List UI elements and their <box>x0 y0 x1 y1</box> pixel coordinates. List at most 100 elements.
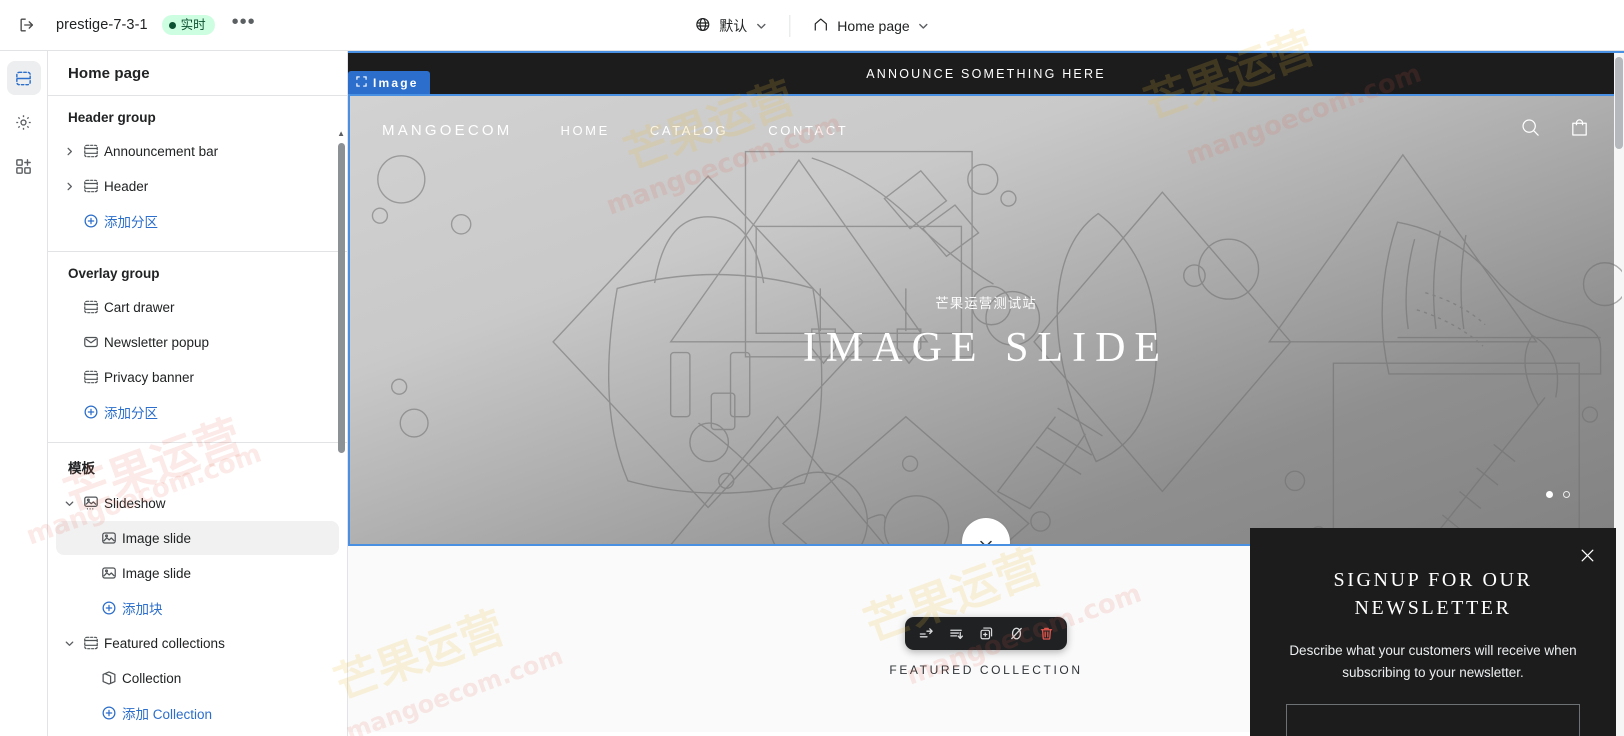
sidebar-item-label: 添加分区 <box>104 406 158 421</box>
sidebar-item-label: Image slide <box>122 530 192 546</box>
sidebar-item-image-slide[interactable]: Image slide <box>56 556 339 590</box>
close-icon[interactable] <box>1574 542 1600 568</box>
apps-icon[interactable] <box>7 149 41 183</box>
sidebar-item-cart-drawer[interactable]: Cart drawer <box>56 290 339 324</box>
hide-icon[interactable] <box>1003 621 1029 647</box>
sidebar-item-slideshow[interactable]: Slideshow <box>56 486 339 520</box>
plus-circle-icon <box>78 404 104 420</box>
delete-icon[interactable] <box>1033 621 1059 647</box>
sidebar-item-label: Image slide <box>122 565 192 581</box>
section-icon <box>78 143 104 159</box>
search-icon[interactable] <box>1520 117 1541 143</box>
selected-block-badge: Image <box>348 71 430 94</box>
slideshow-icon <box>78 495 104 511</box>
announcement-bar[interactable]: ANNOUNCE SOMETHING HERE Image <box>348 53 1624 94</box>
store-brand[interactable]: MANGOECOM <box>382 122 512 139</box>
image-icon <box>96 530 122 546</box>
storefront-header-actions <box>1520 117 1590 143</box>
storefront-header: MANGOECOM HOME CATALOG CONTACT <box>350 96 1622 164</box>
chevron-down-icon <box>978 536 994 544</box>
globe-icon <box>694 16 711 36</box>
exit-arrow-icon[interactable] <box>12 10 42 40</box>
sidebar-item-privacy-banner[interactable]: Privacy banner <box>56 360 339 394</box>
top-bar: prestige-7-3-1 实时 ••• 默认 Home page <box>0 0 1624 51</box>
page-title: Home page <box>68 64 150 82</box>
slideshow-section[interactable]: MANGOECOM HOME CATALOG CONTACT 芒果运营测试站 I… <box>348 94 1624 546</box>
sidebar-item-label: Announcement bar <box>104 143 219 159</box>
sidebar-item-label: 添加块 <box>122 602 163 617</box>
locale-selector[interactable]: 默认 <box>684 10 777 42</box>
chevron-right-icon[interactable] <box>60 181 78 192</box>
sidebar-item-label: Collection <box>122 670 182 686</box>
storefront-nav-link[interactable]: HOME <box>560 123 609 138</box>
collection-icon <box>96 670 122 686</box>
home-icon <box>812 16 829 36</box>
sidebar-item-newsletter-popup[interactable]: Newsletter popup <box>56 325 339 359</box>
section-icon <box>78 635 104 651</box>
sidebar-item-image-slide[interactable]: Image slide <box>56 521 339 555</box>
top-bar-divider <box>789 14 791 37</box>
sidebar-item-announcement-bar[interactable]: Announcement bar <box>56 134 339 168</box>
shop-name: prestige-7-3-1 <box>56 17 148 33</box>
chevron-right-icon[interactable] <box>60 146 78 157</box>
chevron-down-icon <box>918 20 930 32</box>
sidebar-item-[interactable]: 添加块 <box>56 591 339 625</box>
sidebar-scroll-thumb[interactable] <box>338 143 345 453</box>
sections-icon[interactable] <box>6 61 41 95</box>
popup-icon <box>78 334 104 350</box>
hero-title: IMAGE SLIDE <box>802 325 1170 371</box>
page-selector[interactable]: Home page <box>802 10 939 42</box>
hero-subtitle: 芒果运营测试站 <box>935 296 1037 312</box>
sidebar-item-header[interactable]: Header <box>56 169 339 203</box>
sidebar-scrollbar[interactable] <box>338 95 345 736</box>
sidebar-item-collection[interactable]: 添加 Collection <box>56 696 339 730</box>
sidebar-group-label: Header group <box>68 110 156 125</box>
newsletter-email-input[interactable] <box>1286 704 1580 736</box>
sidebar-item-label: 添加分区 <box>104 215 158 230</box>
chevron-down-icon[interactable] <box>60 638 78 649</box>
sidebar-group: Overlay group Cart drawer Newsletter popup… <box>48 251 347 442</box>
storefront-nav-link[interactable]: CONTACT <box>768 123 848 138</box>
announcement-text: ANNOUNCE SOMETHING HERE <box>866 66 1106 81</box>
newsletter-popup[interactable]: SIGNUP FOR OUR NEWSLETTER Describe what … <box>1250 528 1616 736</box>
left-rail <box>0 51 48 736</box>
status-badge-label: 实时 <box>180 18 206 32</box>
move-down-icon[interactable] <box>943 621 969 647</box>
move-up-icon[interactable] <box>913 621 939 647</box>
chevron-down-icon[interactable] <box>60 498 78 509</box>
sidebar-item-featured-collections[interactable]: Featured collections <box>56 626 339 660</box>
gear-icon[interactable] <box>7 105 41 139</box>
newsletter-description: Describe what your customers will receiv… <box>1289 643 1577 680</box>
theme-editor-app: prestige-7-3-1 实时 ••• 默认 Home page Home … <box>0 0 1624 736</box>
main-area: Home page Header group Announcement bar He… <box>0 51 1624 736</box>
sidebar-item-label: 添加 Collection <box>122 707 213 722</box>
slideshow-dot[interactable] <box>1546 491 1553 498</box>
sidebar-item-[interactable]: 添加分区 <box>56 395 339 429</box>
hero-content: 芒果运营测试站 IMAGE SLIDE <box>350 292 1622 372</box>
sidebar-scroll: Header group Announcement bar Header 添加分区 Ov… <box>48 95 347 736</box>
storefront-nav-link[interactable]: CATALOG <box>650 123 728 138</box>
status-badge: 实时 <box>161 15 215 35</box>
sidebar-group: Header group Announcement bar Header 添加分区 <box>48 95 347 251</box>
selected-block-label: Image <box>373 75 419 90</box>
sidebar-item-label: Privacy banner <box>104 369 195 385</box>
slideshow-pagination[interactable] <box>1546 491 1570 498</box>
sidebar-item-label: Cart drawer <box>104 299 175 315</box>
image-icon <box>96 565 122 581</box>
sidebar-group-label: 模板 <box>68 461 95 476</box>
plus-circle-icon <box>78 213 104 229</box>
sidebar-item-[interactable]: 添加分区 <box>56 204 339 238</box>
section-icon <box>78 178 104 194</box>
sidebar-item-label: Newsletter popup <box>104 334 210 350</box>
sidebar-item-label: Header <box>104 178 149 194</box>
preview-pane: ANNOUNCE SOMETHING HERE Image MANGOECOM … <box>348 51 1624 736</box>
sidebar-group: 模板 Slideshow Image slide Image slide 添加块 Feat… <box>48 442 347 736</box>
sidebar-item-collection[interactable]: Collection <box>56 661 339 695</box>
more-options-button[interactable]: ••• <box>229 10 259 40</box>
shopping-bag-icon[interactable] <box>1569 117 1590 143</box>
sidebar-group-label: Overlay group <box>68 266 160 281</box>
slideshow-dot[interactable] <box>1563 491 1570 498</box>
sidebar-item-label: Slideshow <box>104 495 166 511</box>
sidebar-header: Home page <box>48 51 347 95</box>
duplicate-icon[interactable] <box>973 621 999 647</box>
